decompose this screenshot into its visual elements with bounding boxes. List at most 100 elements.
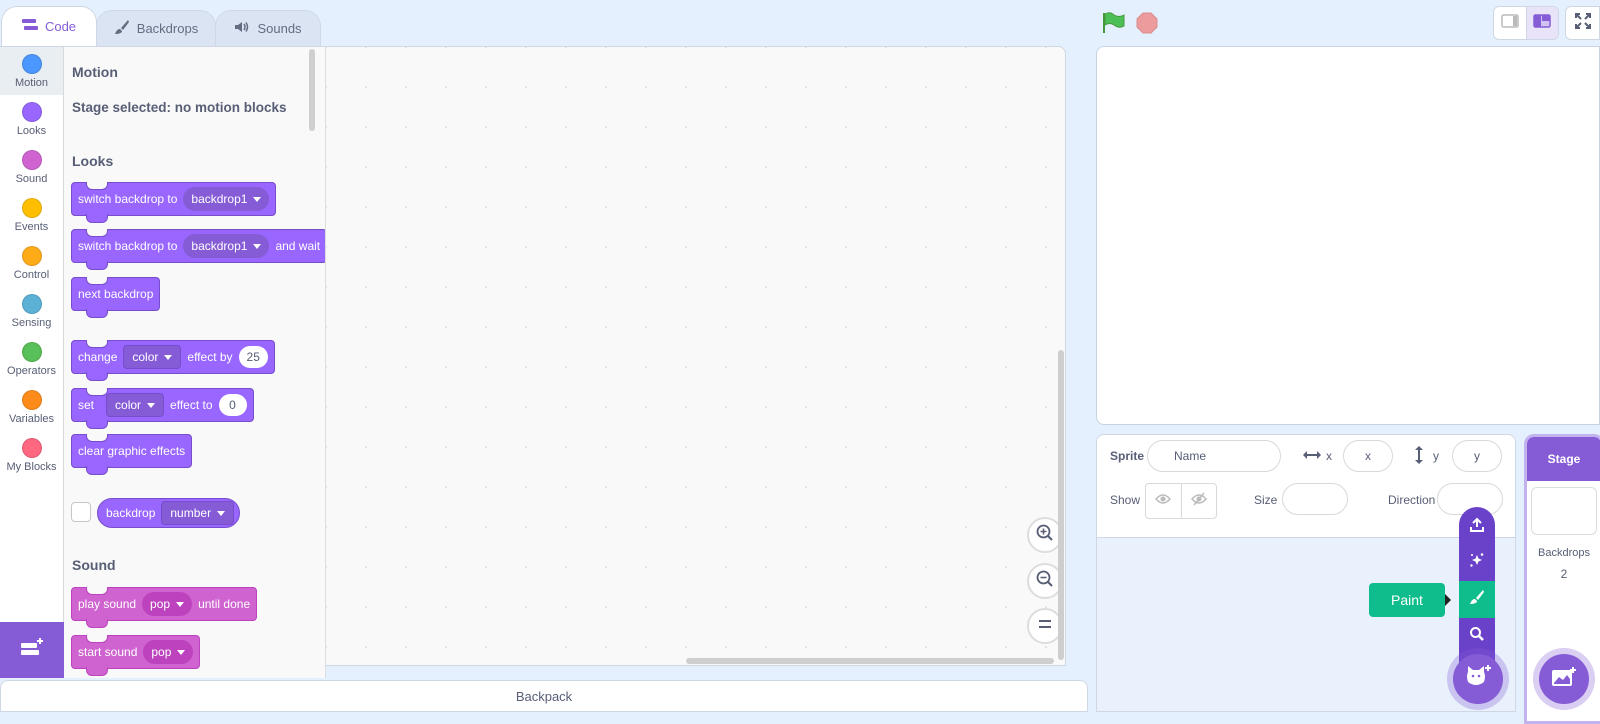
backdrop-add-icon [1551, 666, 1577, 693]
x-input[interactable]: x [1343, 440, 1393, 472]
dropdown-value: pop [150, 597, 171, 611]
dropdown-value: backdrop1 [191, 239, 248, 253]
tab-code[interactable]: Code [1, 6, 97, 46]
code-icon [21, 19, 38, 34]
backdrop-number-reporter[interactable]: backdrop number [97, 498, 241, 528]
code-workspace[interactable] [326, 46, 1066, 666]
category-sound[interactable]: Sound [0, 143, 63, 191]
sprite-name-input[interactable]: Name [1147, 440, 1281, 472]
normal-stage-button[interactable] [1525, 7, 1558, 39]
stop-button[interactable] [1136, 12, 1158, 39]
upload-sprite-button[interactable] [1459, 507, 1495, 544]
category-sensing[interactable]: Sensing [0, 287, 63, 335]
category-my-blocks[interactable]: My Blocks [0, 431, 63, 479]
dropdown-value: color [115, 398, 142, 412]
category-control[interactable]: Control [0, 239, 63, 287]
sound-color-dot [21, 149, 42, 170]
category-label: Events [14, 220, 49, 233]
motion-color-dot [21, 53, 42, 74]
category-motion[interactable]: Motion [0, 47, 63, 95]
backdrop-monitor-checkbox[interactable] [71, 502, 91, 522]
sound-dropdown[interactable]: pop [143, 640, 194, 664]
size-input[interactable] [1282, 483, 1348, 515]
sound-dropdown[interactable]: pop [142, 592, 193, 616]
show-sprite-button[interactable] [1146, 484, 1182, 518]
effect-amount-input[interactable]: 25 [238, 346, 268, 368]
category-variables[interactable]: Variables [0, 383, 63, 431]
y-input[interactable]: y [1452, 440, 1502, 472]
block-text: next backdrop [78, 287, 154, 301]
caret-down-icon [217, 510, 226, 516]
tab-code-label: Code [44, 19, 77, 34]
surprise-sprite-button[interactable] [1459, 544, 1495, 581]
category-operators[interactable]: Operators [0, 335, 63, 383]
block-text: effect to [170, 398, 213, 412]
y-placeholder: y [1474, 449, 1480, 463]
fullscreen-icon [1574, 12, 1591, 34]
effect-dropdown[interactable]: color [106, 393, 165, 417]
fullscreen-button[interactable] [1565, 6, 1600, 40]
backpack-header[interactable]: Backpack [0, 680, 1088, 712]
next-backdrop-block[interactable]: next backdrop [71, 277, 161, 318]
hide-sprite-button[interactable] [1182, 484, 1217, 518]
tab-sounds[interactable]: Sounds [215, 10, 321, 46]
tab-backdrops[interactable]: Backdrops [96, 10, 216, 46]
vertical-arrows-icon [1413, 445, 1425, 470]
tooltip-text: Paint [1391, 592, 1423, 608]
switch-backdrop-block[interactable]: switch backdrop to backdrop1 [71, 182, 277, 223]
caret-down-icon [253, 196, 262, 202]
backpack-label: Backpack [515, 688, 573, 704]
horizontal-arrows-icon [1302, 448, 1322, 466]
sprite-label: Sprite [1110, 449, 1145, 463]
category-looks[interactable]: Looks [0, 95, 63, 143]
effect-value-input[interactable]: 0 [218, 394, 247, 416]
category-label: Control [13, 268, 50, 281]
stage-canvas[interactable] [1096, 46, 1600, 425]
dropdown-value: pop [151, 645, 172, 659]
category-label: Sound [15, 172, 48, 185]
start-sound-block[interactable]: start sound pop [71, 635, 201, 676]
dropdown-value: number [170, 506, 212, 520]
block-palette: Motion Stage selected: no motion blocks … [64, 46, 326, 678]
choose-sprite-button[interactable] [1453, 654, 1503, 704]
tab-sounds-label: Sounds [257, 21, 302, 36]
green-flag-button[interactable] [1102, 12, 1126, 39]
choose-sprite-search-button[interactable] [1459, 618, 1495, 655]
category-label: Looks [16, 124, 47, 137]
paint-sprite-button[interactable] [1459, 581, 1495, 618]
zoom-out-icon [1035, 569, 1055, 594]
workspace-vertical-scrollbar[interactable] [1058, 350, 1064, 660]
caret-down-icon [253, 243, 262, 249]
backdrop-dropdown[interactable]: backdrop1 [183, 187, 270, 211]
effect-dropdown[interactable]: color [123, 345, 182, 369]
backdrops-count: 2 [1560, 567, 1568, 581]
choose-backdrop-button[interactable] [1539, 654, 1589, 704]
palette-scrollbar[interactable] [309, 49, 315, 131]
change-effect-block[interactable]: change color effect by 25 [71, 340, 275, 381]
clear-graphic-effects-block[interactable]: clear graphic effects [71, 434, 193, 475]
speaker-icon [234, 21, 250, 36]
stage-title: Stage [1547, 452, 1581, 466]
category-menu: Motion Looks Sound Events Control Sensin… [0, 46, 64, 622]
block-text: switch backdrop to [78, 192, 178, 206]
surprise-icon [1469, 552, 1485, 573]
stage-thumbnail[interactable] [1531, 487, 1597, 535]
x-label: x [1326, 449, 1332, 463]
category-events[interactable]: Events [0, 191, 63, 239]
backdrop-attribute-dropdown[interactable]: number [161, 501, 235, 525]
add-extension-button[interactable] [0, 622, 64, 678]
show-label: Show [1110, 493, 1141, 507]
looks-color-dot [21, 101, 42, 122]
equals-icon [1037, 617, 1053, 635]
small-stage-button[interactable] [1494, 7, 1526, 39]
motion-heading: Motion [72, 64, 118, 80]
workspace-horizontal-scrollbar[interactable] [686, 658, 1054, 664]
backdrop-dropdown[interactable]: backdrop1 [183, 234, 270, 258]
caret-down-icon [176, 601, 185, 607]
visibility-toggle [1145, 483, 1217, 519]
set-effect-block[interactable]: set color effect to 0 [71, 388, 254, 429]
category-label: Variables [8, 412, 55, 425]
category-label: Sensing [11, 316, 52, 329]
switch-backdrop-and-wait-block[interactable]: switch backdrop to backdrop1 and wait [71, 229, 325, 270]
play-sound-until-done-block[interactable]: play sound pop until done [71, 587, 258, 628]
